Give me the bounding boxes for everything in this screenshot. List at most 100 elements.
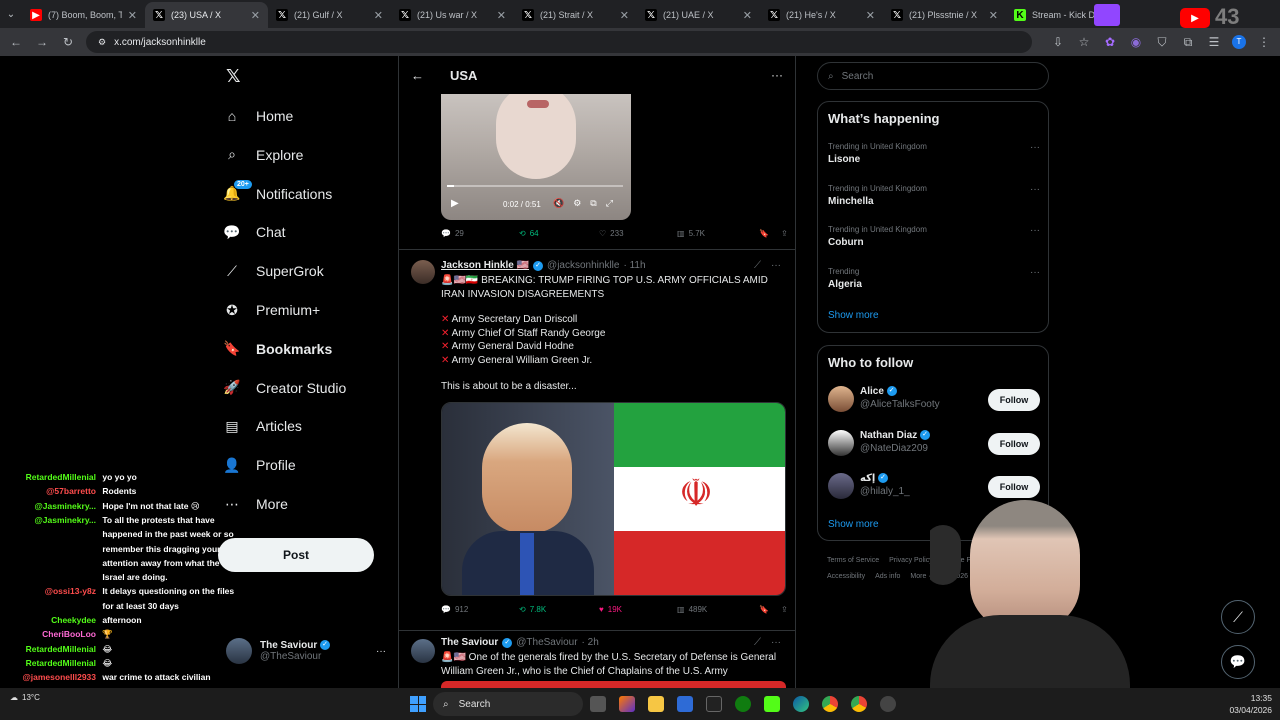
share-button[interactable]: ⇪ [781, 229, 788, 238]
reply-button[interactable]: 💬 912 [441, 605, 519, 614]
browser-tab[interactable]: 𝕏 (21) Gulf / X ✕ [268, 2, 391, 28]
browser-tab[interactable]: 𝕏 (23) USA / X ✕ [145, 2, 268, 28]
more-icon[interactable]: ··· [771, 260, 781, 271]
app-icon[interactable] [706, 696, 722, 712]
close-icon[interactable]: ✕ [374, 9, 383, 22]
footer-link[interactable]: Accessibility [827, 573, 865, 580]
install-app-icon[interactable]: ⇩ [1050, 35, 1066, 49]
views-button[interactable]: ▥ 489K [677, 605, 759, 614]
account-switcher[interactable]: The Saviour ✓ @TheSaviour ··· [226, 638, 386, 664]
nav-item-articles[interactable]: ▤ Articles [222, 411, 302, 441]
fullscreen-icon[interactable]: ⤢ [606, 198, 613, 209]
avatar[interactable] [828, 386, 854, 412]
more-icon[interactable]: ··· [771, 637, 781, 648]
extension-icon[interactable]: ◉ [1128, 35, 1144, 49]
browser-tab[interactable]: ▶ (7) Boom, Boom, Tel A ✕ [22, 2, 145, 28]
tweet[interactable]: The Saviour ✓ @TheSaviour · 2h ⟋ ··· 🚨🇺🇸… [399, 630, 795, 688]
more-icon[interactable]: ··· [771, 68, 783, 82]
close-icon[interactable]: ✕ [128, 9, 137, 22]
bookmark-button[interactable]: 🔖 [759, 229, 769, 238]
reply-button[interactable]: 💬 29 [441, 229, 519, 238]
video-progress-bar[interactable] [447, 185, 623, 187]
tweet-time[interactable]: · 11h [623, 260, 645, 271]
follow-suggestion[interactable]: Nathan Diaz ✓ @NateDiaz209 Follow [818, 429, 1050, 460]
store-icon[interactable] [677, 696, 693, 712]
avatar[interactable] [411, 260, 435, 284]
trend-item[interactable]: Trending in United Kingdom Minchella ··· [828, 184, 1040, 207]
close-icon[interactable]: ✕ [743, 9, 752, 22]
follow-suggestion[interactable]: Alice ✓ @AliceTalksFooty Follow [818, 386, 1050, 416]
file-explorer-icon[interactable] [648, 696, 664, 712]
follow-button[interactable]: Follow [988, 432, 1040, 455]
profile-avatar[interactable]: T [1232, 35, 1246, 49]
nav-item-notifications[interactable]: 🔔 20+ Notifications [222, 179, 332, 209]
back-arrow-icon[interactable]: ← [8, 35, 24, 49]
task-view-icon[interactable] [590, 696, 606, 712]
close-icon[interactable]: ✕ [251, 9, 260, 22]
bookmark-button[interactable]: 🔖 [759, 605, 769, 614]
play-icon[interactable]: ▶ [451, 198, 459, 209]
extension-icon[interactable]: ✿ [1102, 35, 1118, 49]
avatar[interactable] [828, 473, 854, 499]
grok-icon[interactable]: ⟋ [754, 637, 761, 648]
address-bar[interactable]: ⚙ x.com/jacksonhinklle [86, 31, 1032, 53]
browser-tab[interactable]: 𝕏 (21) Us war / X ✕ [391, 2, 514, 28]
tweet-time[interactable]: · 2h [582, 637, 599, 648]
author-name[interactable]: The Saviour [441, 637, 498, 648]
weather-widget[interactable]: ☁ 13°C [10, 693, 40, 702]
trend-item[interactable]: Trending Algeria ··· [828, 267, 1040, 290]
repost-button[interactable]: ⟲ 64 [519, 229, 599, 238]
footer-link[interactable]: Privacy Policy [889, 557, 933, 564]
more-icon[interactable]: ··· [1030, 142, 1040, 153]
pip-icon[interactable]: ⧉ [590, 198, 596, 209]
messages-floating-button[interactable]: 💬 [1221, 645, 1255, 679]
author-handle[interactable]: @TheSaviour [516, 637, 577, 648]
system-clock[interactable]: 13:35 03/04/2026 [1229, 692, 1272, 716]
reload-icon[interactable]: ↻ [60, 35, 76, 49]
repost-button[interactable]: ⟲ 7.8K [519, 605, 599, 614]
tweet-image[interactable]: ☫ [441, 402, 786, 596]
close-icon[interactable]: ✕ [497, 9, 506, 22]
nav-item-chat[interactable]: 💬 Chat [222, 217, 285, 247]
chrome-icon[interactable] [851, 696, 867, 712]
views-button[interactable]: ▥ 5.7K [677, 229, 759, 238]
browser-tab[interactable]: 𝕏 (21) He's / X ✕ [760, 2, 883, 28]
taskbar-search[interactable]: ⌕ Search [433, 692, 583, 716]
browser-tab[interactable]: 𝕏 (21) UAE / X ✕ [637, 2, 760, 28]
grok-icon[interactable]: ⟋ [754, 260, 761, 271]
edge-icon[interactable] [793, 696, 809, 712]
tweet[interactable]: Jackson Hinkle 🇺🇸 ✓ @jacksonhinklle · 11… [399, 249, 795, 629]
windows-start-icon[interactable] [410, 696, 426, 712]
nav-item-premium[interactable]: ✪ Premium+ [222, 295, 320, 325]
xbox-icon[interactable] [735, 696, 751, 712]
avatar[interactable] [411, 639, 435, 663]
share-button[interactable]: ⇪ [781, 605, 788, 614]
like-button[interactable]: ♥ 19K [599, 605, 677, 614]
trend-item[interactable]: Trending in United Kingdom Lisone ··· [828, 142, 1040, 165]
follow-button[interactable]: Follow [988, 389, 1040, 411]
back-arrow-icon[interactable]: ← [411, 68, 424, 83]
reading-list-icon[interactable]: ☰ [1206, 35, 1222, 49]
post-button[interactable]: Post [218, 538, 374, 572]
tweet-image[interactable] [441, 681, 786, 688]
tab-search-icon[interactable]: ⌄ [0, 9, 22, 28]
trend-item[interactable]: Trending in United Kingdom Coburn ··· [828, 225, 1040, 248]
more-icon[interactable]: ··· [1030, 267, 1040, 278]
browser-tab[interactable]: 𝕏 (21) Strait / X ✕ [514, 2, 637, 28]
bookmark-star-icon[interactable]: ☆ [1076, 35, 1092, 49]
site-info-icon[interactable]: ⚙ [98, 37, 106, 48]
copilot-icon[interactable] [619, 696, 635, 712]
more-icon[interactable]: ··· [1030, 225, 1040, 236]
video-player[interactable]: ▶ 0:02 / 0:51 🔇 ⚙ ⧉ ⤢ [441, 94, 631, 220]
nav-item-creator[interactable]: 🚀 Creator Studio [222, 373, 346, 403]
more-icon[interactable]: ··· [376, 646, 386, 657]
like-button[interactable]: ♡ 233 [599, 229, 677, 238]
show-more-link[interactable]: Show more [828, 519, 879, 530]
kick-icon[interactable] [764, 696, 780, 712]
avatar[interactable] [828, 429, 854, 456]
footer-link[interactable]: Terms of Service [827, 557, 879, 564]
nav-item-home[interactable]: ⌂ Home [222, 101, 294, 131]
search-input[interactable]: ⌕ Search [817, 62, 1049, 90]
x-logo-icon[interactable]: 𝕏 [226, 66, 241, 87]
mute-icon[interactable]: 🔇 [553, 198, 564, 209]
